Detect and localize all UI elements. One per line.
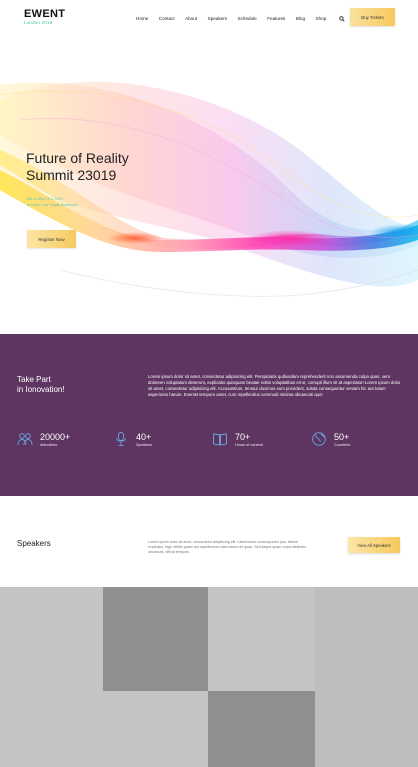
hero-event-meta: 8th to May 10.2.2019 at Hilton Las Vegas… bbox=[27, 196, 78, 208]
speaker-photo-placeholder[interactable] bbox=[208, 691, 315, 767]
buy-tickets-button[interactable]: Buy Tickets bbox=[350, 8, 395, 26]
nav-item-features[interactable]: Features bbox=[267, 16, 285, 22]
speaker-grid bbox=[0, 587, 418, 767]
hero-abstract-wave bbox=[0, 81, 418, 297]
stat-attendees-value: 20000+ bbox=[40, 432, 71, 442]
speaker-photo-placeholder[interactable] bbox=[103, 691, 208, 767]
about-body: Lorem ipsum dolor sit amet, consectetur … bbox=[148, 374, 401, 397]
speaker-photo-placeholder[interactable] bbox=[0, 587, 103, 767]
logo-text: EWENT bbox=[24, 8, 66, 20]
hero-section: Future of Reality Summit 23019 8th to Ma… bbox=[0, 40, 418, 334]
microphone-icon bbox=[116, 432, 126, 446]
site-header: EWENT London 2019 Home Contact About Spe… bbox=[0, 0, 418, 40]
stat-hours-value: 70+ bbox=[235, 432, 251, 442]
logo-subtitle: London 2019 bbox=[24, 20, 53, 25]
speaker-photo-placeholder[interactable] bbox=[208, 587, 315, 691]
logo[interactable]: EWENT London 2019 bbox=[24, 9, 65, 26]
speaker-photo-placeholder[interactable] bbox=[103, 587, 208, 691]
nav-item-home[interactable]: Home bbox=[136, 16, 148, 22]
nav-item-schedule[interactable]: Schedule bbox=[238, 16, 257, 22]
hero-location: at Hilton Las Vegas Boulevard bbox=[27, 203, 78, 207]
nav-item-blog[interactable]: Blog bbox=[296, 16, 305, 22]
hero-title-line1: Future of Reality bbox=[26, 150, 129, 166]
about-heading-line1: Take Part bbox=[17, 375, 51, 384]
search-icon[interactable] bbox=[339, 16, 345, 22]
speakers-title: Speakers bbox=[17, 539, 51, 548]
hero-title-line2: Summit 23019 bbox=[26, 167, 117, 183]
page: EWENT London 2019 Home Contact About Spe… bbox=[0, 0, 418, 767]
about-heading: Take Part in Ionovation! bbox=[17, 375, 65, 395]
book-icon bbox=[213, 433, 227, 446]
speaker-photo-placeholder[interactable] bbox=[315, 587, 418, 767]
hero-title: Future of Reality Summit 23019 bbox=[26, 150, 129, 184]
globe-icon bbox=[312, 432, 326, 446]
stat-speakers-label: Speakers bbox=[136, 443, 153, 447]
about-section: Take Part in Ionovation! Lorem ipsum dol… bbox=[0, 334, 418, 496]
nav-item-contact[interactable]: Contact bbox=[159, 16, 175, 22]
stat-attendees-label: Attendees bbox=[40, 443, 58, 447]
view-all-speakers-button[interactable]: View All Speakers bbox=[348, 537, 400, 553]
main-nav: Home Contact About Speakers Schedule Fea… bbox=[136, 16, 337, 22]
nav-item-speakers[interactable]: Speakers bbox=[208, 16, 227, 22]
about-heading-line2: in Ionovation! bbox=[17, 385, 65, 394]
people-icon bbox=[17, 433, 33, 446]
nav-item-about[interactable]: About bbox=[185, 16, 197, 22]
stat-countries-label: Countries bbox=[334, 443, 351, 447]
stat-speakers-value: 40+ bbox=[136, 432, 152, 442]
register-now-button[interactable]: Register Now bbox=[27, 230, 76, 248]
speakers-description: Lorem ipsum dolor sit amet, consectetur … bbox=[148, 540, 306, 555]
nav-item-shop[interactable]: Shop bbox=[316, 16, 327, 22]
stat-countries-value: 50+ bbox=[334, 432, 350, 442]
stat-hours-label: Hours of content bbox=[235, 443, 263, 447]
speakers-section: Speakers Lorem ipsum dolor sit amet, con… bbox=[0, 496, 418, 587]
